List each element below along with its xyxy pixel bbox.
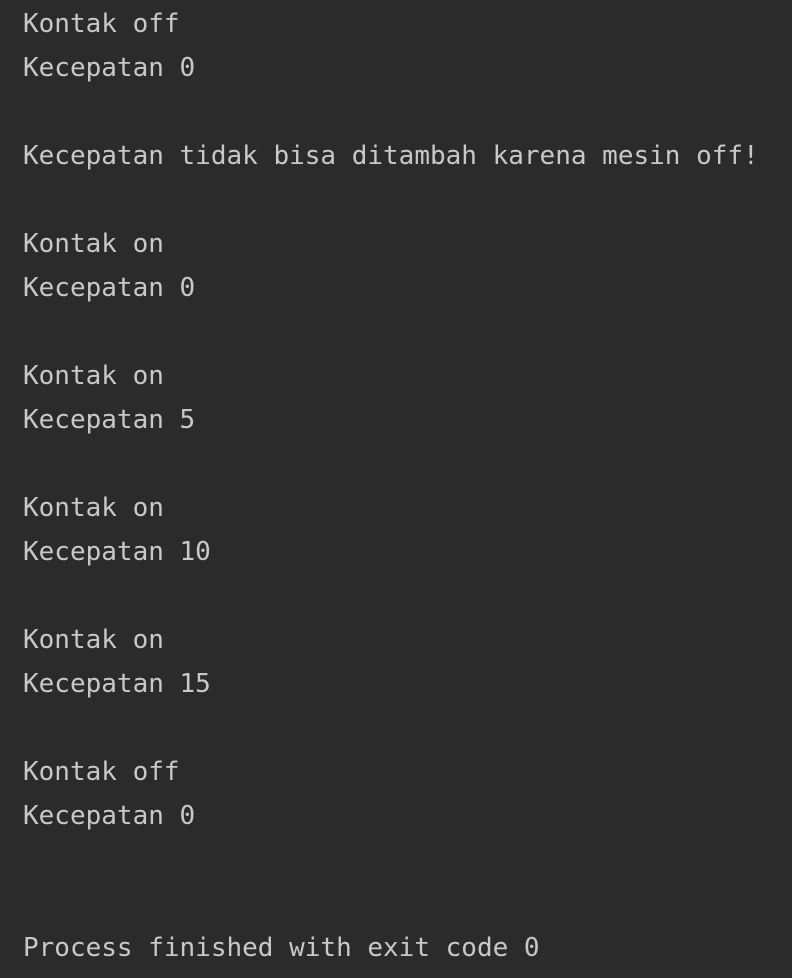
console-line: Kecepatan 5: [23, 405, 196, 435]
console-line: Kontak off: [23, 757, 180, 787]
console-line: Kontak on: [23, 229, 164, 259]
console-line: Kontak on: [23, 361, 164, 391]
console-line: Kecepatan tidak bisa ditambah karena mes…: [23, 141, 759, 171]
console-line: Kecepatan 0: [23, 53, 196, 83]
process-exit-message: Process finished with exit code 0: [23, 933, 540, 963]
console-line: Kontak on: [23, 625, 164, 655]
console-line: Kontak on: [23, 493, 164, 523]
console-line: Kecepatan 0: [23, 801, 196, 831]
console-line: Kecepatan 15: [23, 669, 211, 699]
console-output: Kontak off Kecepatan 0 Kecepatan tidak b…: [0, 0, 792, 978]
console-line: Kecepatan 0: [23, 273, 196, 303]
console-line: Kontak off: [23, 9, 180, 39]
console-line: Kecepatan 10: [23, 537, 211, 567]
